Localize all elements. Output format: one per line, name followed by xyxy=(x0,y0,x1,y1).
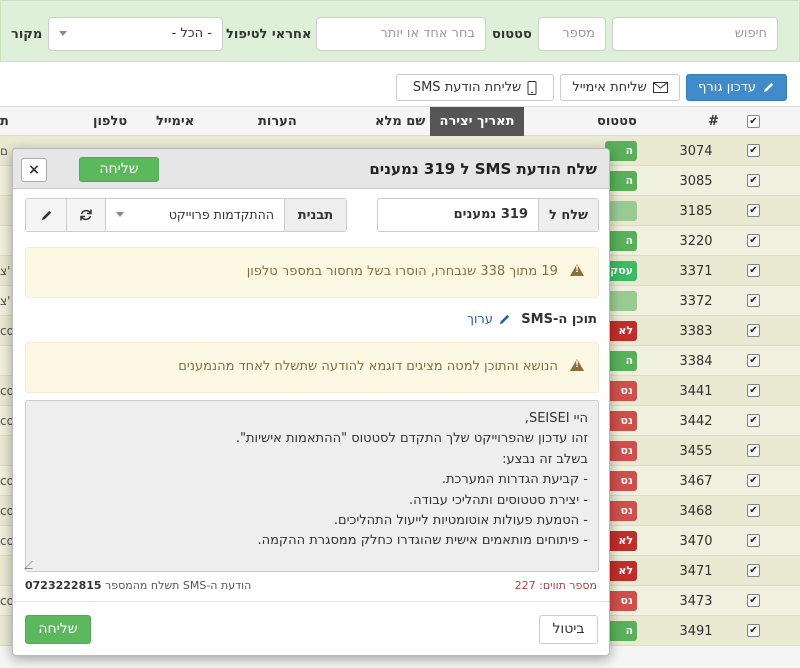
pencil-icon xyxy=(499,314,510,325)
header-email[interactable]: אימייל xyxy=(156,107,194,137)
send-to-group: שלח ל 319 נמענים xyxy=(377,198,599,232)
sender-info: הודעת ה-SMS תשלח מהמספר 0723222815 xyxy=(25,579,251,592)
sender-info-text: הודעת ה-SMS תשלח מהמספר xyxy=(105,579,252,592)
status-select[interactable]: בחר אחד או יותר xyxy=(316,17,486,51)
mobile-phone-icon xyxy=(527,80,537,95)
sms-line: בשלב זה נבצע: xyxy=(502,451,588,467)
header-status[interactable]: סטטוס xyxy=(597,107,637,137)
send-sms-button[interactable]: שליחת הודעת SMS xyxy=(396,74,554,101)
modal-header: שלח הודעת SMS ל 319 נמענים שליחה × xyxy=(13,149,609,189)
cancel-button[interactable]: ביטול xyxy=(539,615,598,644)
sms-line: זהו עדכון שהפרוייקט שלך התקדם לסטטוס "הה… xyxy=(235,431,588,447)
char-count: מספר תווים: 227 xyxy=(515,579,597,592)
number-input[interactable]: מספר xyxy=(538,17,606,51)
sms-content-label: תוכן ה-SMS xyxy=(521,312,597,327)
missing-phone-text: 19 מתוך 338 שנבחרו, הוסרו בשל מחסור במספ… xyxy=(246,264,558,279)
sms-line: - קביעת הגדרות המערכת. xyxy=(441,472,588,488)
template-label: תבנית xyxy=(284,199,346,231)
header-hash: # xyxy=(708,114,719,129)
footer-send-button[interactable]: שליחה xyxy=(25,615,91,644)
send-email-label: שליחת אימייל xyxy=(572,80,647,95)
status-label: סטטוס xyxy=(492,27,532,42)
header-select-all[interactable]: ✔ xyxy=(747,115,760,128)
refresh-button[interactable] xyxy=(66,199,106,231)
sms-line: היי SEISEI, xyxy=(524,411,588,426)
modal-footer: ביטול שליחה xyxy=(13,601,609,655)
template-select-value: ההתקדמות פרוייקט xyxy=(168,207,274,222)
table-header: ✔ # סטטוס תאריך יצירה שם מלא הערות אימיי… xyxy=(0,106,800,137)
source-label: מקור xyxy=(11,27,43,42)
warning-icon xyxy=(570,264,584,276)
sample-alert: הנושא והתוכן למטה מציגים דוגמא להודעה שת… xyxy=(25,342,599,393)
char-count-label: מספר תווים: xyxy=(539,579,597,592)
envelope-icon xyxy=(652,82,668,93)
sender-number: 0723222815 xyxy=(25,579,102,592)
handler-select-value: - הכל - xyxy=(171,26,212,41)
close-icon[interactable]: × xyxy=(21,158,47,182)
template-group: תבנית ההתקדמות פרוייקט xyxy=(25,198,347,232)
chevron-down-icon xyxy=(59,31,67,36)
header-full-name[interactable]: שם מלא xyxy=(375,107,425,137)
send-to-label: שלח ל xyxy=(538,199,598,231)
pencil-icon xyxy=(763,82,774,93)
send-email-button[interactable]: שליחת אימייל xyxy=(560,74,680,101)
char-count-value: 227 xyxy=(514,579,536,592)
filter-bar: חיפוש מספר סטטוס בחר אחד או יותר אחראי ל… xyxy=(0,0,800,62)
header-send-button[interactable]: שליחה xyxy=(79,157,159,182)
handler-label: אחראי לטיפול xyxy=(226,27,312,42)
search-input[interactable]: חיפוש xyxy=(612,17,778,51)
sms-line: - הטמעת פעולות אוטומטיות לייעול התהליכים… xyxy=(333,513,588,529)
handler-select[interactable]: - הכל - xyxy=(48,17,223,51)
template-select[interactable]: ההתקדמות פרוייקט xyxy=(106,199,284,231)
header-notes[interactable]: הערות xyxy=(258,107,297,137)
pencil-icon xyxy=(41,210,51,220)
modal-title: שלח הודעת SMS ל 319 נמענים xyxy=(369,160,597,178)
edit-content-label: ערוך xyxy=(467,312,493,327)
header-created[interactable]: תאריך יצירה xyxy=(430,107,524,137)
header-edge: ת xyxy=(0,114,9,129)
send-to-value: 319 נמענים xyxy=(453,207,528,222)
edit-content-link[interactable]: ערוך xyxy=(467,312,511,327)
missing-phone-alert: 19 מתוך 338 שנבחרו, הוסרו בשל מחסור במספ… xyxy=(25,247,599,298)
sms-modal: שלח הודעת SMS ל 319 נמענים שליחה × שלח ל… xyxy=(12,148,610,656)
resize-handle-icon[interactable] xyxy=(24,561,40,569)
sms-content-textarea[interactable]: היי SEISEI, זהו עדכון שהפרוייקט שלך התקדם… xyxy=(24,400,599,572)
sms-content-lines: היי SEISEI, זהו עדכון שהפרוייקט שלך התקדם… xyxy=(36,409,588,552)
refresh-icon xyxy=(80,209,92,221)
chevron-down-icon xyxy=(116,212,124,217)
bulk-update-label: עדכון גורף xyxy=(698,80,756,95)
sms-line: - יצירת סטטוסים ותהליכי עבודה. xyxy=(408,492,588,508)
send-sms-label: שליחת הודעת SMS xyxy=(412,80,522,95)
sms-line: - פיתוחים מותאמים אישית שהוגדרו כחלק ממס… xyxy=(257,533,588,549)
sample-alert-text: הנושא והתוכן למטה מציגים דוגמא להודעה שת… xyxy=(178,359,558,374)
warning-icon xyxy=(570,359,584,371)
header-phone[interactable]: טלפון xyxy=(93,107,127,137)
bulk-update-button[interactable]: עדכון גורף xyxy=(686,74,787,101)
edit-template-button[interactable] xyxy=(26,199,66,231)
